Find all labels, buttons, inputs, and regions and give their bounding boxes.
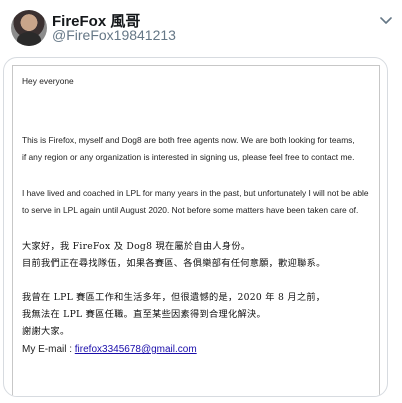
letter-zh-line: 大家好，我 FireFox 及 Dog8 現在屬於自由人身份。 — [22, 241, 251, 252]
letter-greeting: Hey everyone — [22, 76, 74, 86]
letter-en-line: I have lived and coached in LPL for many… — [22, 188, 369, 198]
letter-en-line: This is Firefox, myself and Dog8 are bot… — [22, 135, 355, 145]
letter-en-line: to serve in LPL again until August 2020.… — [22, 205, 359, 215]
letter-en-line: if any region or any organization is int… — [22, 152, 355, 162]
tweet-image-card[interactable]: Hey everyone This is Firefox, myself and… — [3, 57, 388, 397]
letter-zh-line: 謝謝大家。 — [22, 326, 70, 337]
email-row: My E-mail : firefox3345678@gmail.com — [22, 344, 197, 355]
user-handle[interactable]: @FireFox19841213 — [52, 27, 176, 43]
email-label: My E-mail : — [22, 344, 72, 355]
letter-zh-line: 我曾在 LPL 賽區工作和生活多年，但很遺憾的是，2020 年 8 月之前， — [22, 292, 326, 303]
letter-image: Hey everyone This is Firefox, myself and… — [12, 65, 380, 396]
letter-zh-line: 我無法在 LPL 賽區任職。直至某些因素得到合理化解決。 — [22, 309, 266, 320]
email-link[interactable]: firefox3345678@gmail.com — [75, 344, 197, 355]
avatar[interactable] — [11, 10, 47, 46]
chevron-down-icon[interactable] — [378, 12, 394, 28]
letter-zh-line: 目前我們正在尋找隊伍，如果各賽區、各俱樂部有任何意願，歡迎聯系。 — [22, 258, 326, 269]
